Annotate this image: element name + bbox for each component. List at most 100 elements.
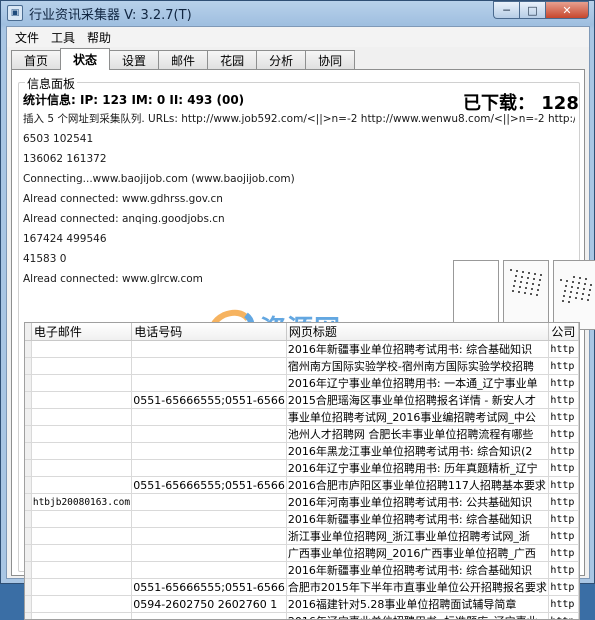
column-header-email[interactable]: 电子邮件	[31, 323, 131, 341]
phone-cell[interactable]: 0551-65666555;0551-6566	[132, 477, 287, 494]
table-row[interactable]: 浙江事业单位招聘网_浙江事业单位招聘考试网_浙http	[25, 528, 579, 545]
tab-garden[interactable]: 花园	[207, 50, 257, 69]
tab-home[interactable]: 首页	[11, 50, 61, 69]
phone-cell[interactable]: 0594-2602750 2602760 1	[132, 596, 287, 613]
phone-cell[interactable]: 0551-65666555;0551-6566	[132, 579, 287, 596]
company-cell[interactable]: http	[549, 409, 579, 426]
title-cell[interactable]: 2015合肥瑶海区事业单位招聘报名详情 - 新安人才	[286, 392, 548, 409]
column-header-title[interactable]: 网页标题	[286, 323, 548, 341]
company-cell[interactable]: http	[549, 528, 579, 545]
menu-file[interactable]: 文件	[9, 29, 45, 46]
title-cell[interactable]: 宿州南方国际实验学校-宿州南方国际实验学校招聘	[286, 358, 548, 375]
phone-cell[interactable]	[132, 341, 287, 358]
company-cell[interactable]: http	[549, 426, 579, 443]
thumbnail-preview[interactable]	[453, 260, 499, 330]
email-cell[interactable]	[31, 562, 131, 579]
tab-mail[interactable]: 邮件	[158, 50, 208, 69]
table-row[interactable]: 2016年新疆事业单位招聘考试用书: 综合基础知识http	[25, 562, 579, 579]
title-cell[interactable]: 广西事业单位招聘网_2016广西事业单位招聘_广西	[286, 545, 548, 562]
title-bar[interactable]: ▣ 行业资讯采集器 V: 3.2.7(T) ─ □ ✕	[1, 1, 594, 25]
email-cell[interactable]	[31, 477, 131, 494]
menu-tools[interactable]: 工具	[45, 29, 81, 46]
company-cell[interactable]: http	[549, 392, 579, 409]
phone-cell[interactable]	[132, 460, 287, 477]
table-row[interactable]: 2016年辽宁事业单位招聘用书: 标准题库_辽宁事业http	[25, 613, 579, 620]
phone-cell[interactable]	[132, 613, 287, 620]
company-cell[interactable]: http	[549, 494, 579, 511]
maximize-button[interactable]: □	[519, 1, 545, 19]
table-row[interactable]: 宿州南方国际实验学校-宿州南方国际实验学校招聘http	[25, 358, 579, 375]
company-cell[interactable]: http	[549, 562, 579, 579]
table-row[interactable]: 0594-2602750 2602760 12016福建针对5.28事业单位招聘…	[25, 596, 579, 613]
title-cell[interactable]: 浙江事业单位招聘网_浙江事业单位招聘考试网_浙	[286, 528, 548, 545]
email-cell[interactable]	[31, 443, 131, 460]
company-cell[interactable]: http	[549, 443, 579, 460]
title-cell[interactable]: 事业单位招聘考试网_2016事业编招聘考试网_中公	[286, 409, 548, 426]
title-cell[interactable]: 2016年新疆事业单位招聘考试用书: 综合基础知识	[286, 562, 548, 579]
company-cell[interactable]: http	[549, 375, 579, 392]
company-cell[interactable]: http	[549, 511, 579, 528]
phone-cell[interactable]: 0551-65666555;0551-6566	[132, 392, 287, 409]
email-cell[interactable]	[31, 426, 131, 443]
table-row[interactable]: 0551-65666555;0551-65662016合肥市庐阳区事业单位招聘1…	[25, 477, 579, 494]
title-cell[interactable]: 2016年新疆事业单位招聘考试用书: 综合基础知识	[286, 341, 548, 358]
menu-help[interactable]: 帮助	[81, 29, 117, 46]
table-row[interactable]: 广西事业单位招聘网_2016广西事业单位招聘_广西http	[25, 545, 579, 562]
title-cell[interactable]: 2016福建针对5.28事业单位招聘面试辅导简章	[286, 596, 548, 613]
email-cell[interactable]	[31, 409, 131, 426]
title-cell[interactable]: 2016年黑龙江事业单位招聘考试用书: 综合知识(2	[286, 443, 548, 460]
phone-cell[interactable]	[132, 443, 287, 460]
company-cell[interactable]: http	[549, 341, 579, 358]
tab-settings[interactable]: 设置	[109, 50, 159, 69]
column-header-phone[interactable]: 电话号码	[132, 323, 287, 341]
phone-cell[interactable]	[132, 375, 287, 392]
table-row[interactable]: 2016年黑龙江事业单位招聘考试用书: 综合知识(2http	[25, 443, 579, 460]
title-cell[interactable]: 2016年辽宁事业单位招聘用书: 标准题库_辽宁事业	[286, 613, 548, 620]
results-grid[interactable]: 电子邮件 电话号码 网页标题 公司 2016年新疆事业单位招聘考试用书: 综合基…	[24, 322, 580, 620]
thumbnail-preview[interactable]	[553, 260, 595, 330]
tab-collab[interactable]: 协同	[305, 50, 355, 69]
title-cell[interactable]: 2016年河南事业单位招聘考试用书: 公共基础知识	[286, 494, 548, 511]
title-cell[interactable]: 2016年辽宁事业单位招聘用书: 一本通_辽宁事业单	[286, 375, 548, 392]
table-row[interactable]: 事业单位招聘考试网_2016事业编招聘考试网_中公http	[25, 409, 579, 426]
email-cell[interactable]	[31, 511, 131, 528]
company-cell[interactable]: http	[549, 613, 579, 620]
company-cell[interactable]: http	[549, 596, 579, 613]
table-row[interactable]: 0551-65666555;0551-65662015合肥瑶海区事业单位招聘报名…	[25, 392, 579, 409]
company-cell[interactable]: http	[549, 477, 579, 494]
email-cell[interactable]	[31, 528, 131, 545]
email-cell[interactable]	[31, 392, 131, 409]
company-cell[interactable]: http	[549, 460, 579, 477]
table-row[interactable]: 2016年辽宁事业单位招聘用书: 历年真题精析_辽宁http	[25, 460, 579, 477]
email-cell[interactable]	[31, 579, 131, 596]
email-cell[interactable]	[31, 545, 131, 562]
close-button[interactable]: ✕	[545, 1, 589, 19]
email-cell[interactable]: htbjb20080163.com	[31, 494, 131, 511]
table-row[interactable]: 2016年新疆事业单位招聘考试用书: 综合基础知识http	[25, 511, 579, 528]
title-cell[interactable]: 2016合肥市庐阳区事业单位招聘117人招聘基本要求	[286, 477, 548, 494]
column-header-company[interactable]: 公司	[549, 323, 579, 341]
table-row[interactable]: 2016年辽宁事业单位招聘用书: 一本通_辽宁事业单http	[25, 375, 579, 392]
table-row[interactable]: 0551-65666555;0551-6566合肥市2015年下半年市直事业单位…	[25, 579, 579, 596]
title-cell[interactable]: 2016年新疆事业单位招聘考试用书: 综合基础知识	[286, 511, 548, 528]
email-cell[interactable]	[31, 341, 131, 358]
email-cell[interactable]	[31, 375, 131, 392]
company-cell[interactable]: http	[549, 358, 579, 375]
title-cell[interactable]: 合肥市2015年下半年市直事业单位公开招聘报名要求	[286, 579, 548, 596]
phone-cell[interactable]	[132, 409, 287, 426]
title-cell[interactable]: 池州人才招聘网 合肥长丰事业单位招聘流程有哪些	[286, 426, 548, 443]
phone-cell[interactable]	[132, 528, 287, 545]
thumbnail-preview[interactable]	[503, 260, 549, 330]
phone-cell[interactable]	[132, 358, 287, 375]
phone-cell[interactable]	[132, 545, 287, 562]
email-cell[interactable]	[31, 596, 131, 613]
company-cell[interactable]: http	[549, 545, 579, 562]
phone-cell[interactable]	[132, 426, 287, 443]
email-cell[interactable]	[31, 358, 131, 375]
email-cell[interactable]	[31, 613, 131, 620]
phone-cell[interactable]	[132, 562, 287, 579]
table-row[interactable]: htbjb20080163.com 2016年河南事业单位招聘考试用书: 公共基础…	[25, 494, 579, 511]
phone-cell[interactable]	[132, 511, 287, 528]
table-row[interactable]: 池州人才招聘网 合肥长丰事业单位招聘流程有哪些http	[25, 426, 579, 443]
tab-status[interactable]: 状态	[60, 48, 110, 70]
